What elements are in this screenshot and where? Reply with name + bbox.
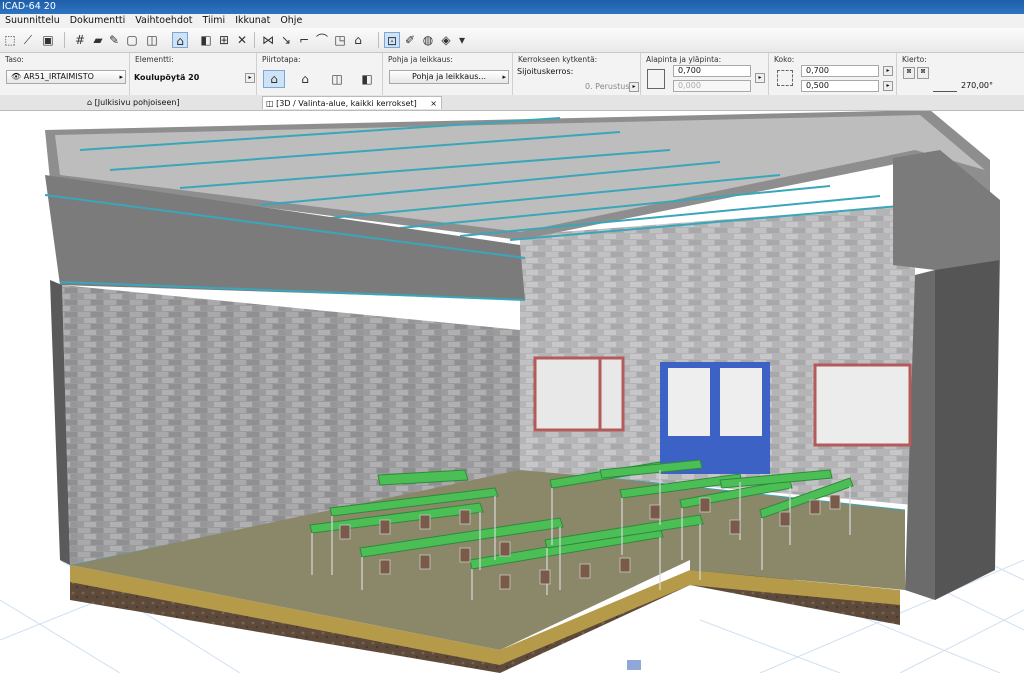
story-value: 0. Perustus xyxy=(585,82,630,91)
elevation-bottom-field[interactable]: 0,000 xyxy=(673,80,751,92)
tab-3d-view[interactable]: ◫ [3D / Valinta-alue, kaikki kerrokset] … xyxy=(262,96,442,109)
tab-elevation-north-label: [Julkisivu pohjoiseen] xyxy=(94,98,180,107)
story-select-button[interactable]: ▸ xyxy=(629,82,639,92)
display-mode-1-icon[interactable]: ⌂ xyxy=(263,70,285,88)
elevation-label: Alapinta ja yläpinta: xyxy=(646,55,722,64)
size-a-field[interactable]: 0,700 xyxy=(801,65,879,77)
size-b-field[interactable]: 0,500 xyxy=(801,80,879,92)
display-group: Piirtotapa: ⌂ ⌂ ◫ ◧ xyxy=(257,53,383,95)
chevron-right-icon: ▸ xyxy=(119,73,123,81)
elevation-top-field[interactable]: 0,700 xyxy=(673,65,751,77)
camera-tool-icon[interactable]: ▣ xyxy=(40,32,56,48)
floorplan-label: Pohja ja leikkaus: xyxy=(388,55,453,64)
window-left xyxy=(533,356,625,432)
eye-icon: 👁 xyxy=(11,72,24,81)
floorplan-button-label: Pohja ja leikkaus... xyxy=(411,72,487,81)
group-icon[interactable]: ⌂ xyxy=(172,32,188,48)
layer-label: Taso: xyxy=(5,55,24,64)
layer-select[interactable]: 👁 AR51_IRTAIMISTO ▸ xyxy=(6,70,126,84)
box-icon[interactable]: ▢ xyxy=(124,32,140,48)
toolbar: ⬚ ⟋ ▣ # ▰ ✎ ▢ ◫ ⌂ ◧ ⊞ ✕ ⋈ ↘ ⌐ ⌒ ◳ ⌂ ⊡ ✐ … xyxy=(0,28,1024,53)
menu-ohje[interactable]: Ohje xyxy=(275,14,307,28)
menu-ikkunat[interactable]: Ikkunat xyxy=(230,14,275,28)
tab-elevation-north[interactable]: ⌂ [Julkisivu pohjoiseen] xyxy=(84,96,252,109)
rotate-field[interactable]: 270,00° xyxy=(961,81,993,90)
menu-dokumentti[interactable]: Dokumentti xyxy=(65,14,131,28)
lock-icon[interactable]: ◫ xyxy=(144,32,160,48)
corner-icon[interactable]: ↘ xyxy=(278,32,294,48)
layer-group: Taso: 👁 AR51_IRTAIMISTO ▸ xyxy=(0,53,130,95)
camera-render-icon[interactable]: ◈ xyxy=(438,32,454,48)
floorplan-button[interactable]: Pohja ja leikkaus... ▸ xyxy=(389,70,509,84)
info-box: Taso: 👁 AR51_IRTAIMISTO ▸ Elementti: Kou… xyxy=(0,53,1024,96)
menu-bar: Suunnittelu Dokumentti Vaihtoehdot Tiimi… xyxy=(0,14,1024,29)
size-group: Koko: 0,700 0,500 ▸ ▸ xyxy=(769,53,897,95)
eraser-icon[interactable]: ▰ xyxy=(90,32,106,48)
layer-value: AR51_IRTAIMISTO xyxy=(23,72,94,81)
right-wall-side xyxy=(935,250,1000,600)
elevation-view-icon: ⌂ xyxy=(87,98,95,107)
layer-icon[interactable]: ◧ xyxy=(198,32,214,48)
size-b-button[interactable]: ▸ xyxy=(883,81,893,91)
pen-icon[interactable]: ✎ xyxy=(106,32,122,48)
element-label: Elementti: xyxy=(135,55,174,64)
render-icon[interactable]: ✐ xyxy=(402,32,418,48)
window-right xyxy=(813,363,912,447)
brush-icon[interactable]: ⊡ xyxy=(384,32,400,48)
view-tabs: ⌂ [Julkisivu pohjoiseen] ◫ [3D / Valinta… xyxy=(0,95,1024,111)
grid-icon[interactable]: # xyxy=(72,32,88,48)
element-value: Koulupöytä 20 xyxy=(134,73,200,82)
origin-marker-icon xyxy=(627,660,641,670)
3d-view-icon: ◫ xyxy=(266,99,277,108)
menu-vaihtoehdot[interactable]: Vaihtoehdot xyxy=(130,14,197,28)
fill-icon[interactable]: ◳ xyxy=(332,32,348,48)
element-group: Elementti: Koulupöytä 20 ▸ xyxy=(130,53,257,95)
mirror-x-icon[interactable]: ⊠ xyxy=(903,67,915,79)
house-icon[interactable]: ⌂ xyxy=(350,32,366,48)
rotate-label: Kierto: xyxy=(902,55,927,64)
paint-bucket-icon[interactable]: ◍ xyxy=(420,32,436,48)
display-mode-4-icon[interactable]: ◧ xyxy=(359,71,375,87)
window-title: ICAD-64 20 xyxy=(0,0,1024,14)
story-sub-label: Sijoituskerros: xyxy=(517,67,574,76)
size-label: Koko: xyxy=(774,55,795,64)
select-tool-icon[interactable]: ⬚ xyxy=(2,32,18,48)
magic-wand-icon[interactable]: ⋈ xyxy=(260,32,276,48)
story-group: Kerrokseen kytkentä: Sijoituskerros: 0. … xyxy=(513,53,641,95)
mirror-y-icon[interactable]: ⊠ xyxy=(917,67,929,79)
elevation-icon xyxy=(647,69,665,89)
elevation-group: Alapinta ja yläpinta: 0,700 0,000 ▸ xyxy=(641,53,769,95)
size-a-button[interactable]: ▸ xyxy=(883,66,893,76)
display-mode-3-icon[interactable]: ◫ xyxy=(329,71,345,87)
element-settings-button[interactable]: ▸ xyxy=(245,73,255,83)
tab-3d-view-label: [3D / Valinta-alue, kaikki kerrokset] xyxy=(276,99,417,108)
close-icon[interactable]: × xyxy=(430,97,437,110)
elevation-link-button[interactable]: ▸ xyxy=(755,73,765,83)
stretch-icon[interactable]: ⌒ xyxy=(314,32,330,48)
floorplan-group: Pohja ja leikkaus: Pohja ja leikkaus... … xyxy=(383,53,513,95)
chevron-down-icon[interactable]: ▾ xyxy=(454,32,470,48)
size-icon xyxy=(777,70,793,86)
display-mode-2-icon[interactable]: ⌂ xyxy=(297,71,313,87)
line-tool-icon[interactable]: ⟋ xyxy=(20,32,36,48)
angle-icon xyxy=(933,81,957,92)
chevron-right-icon: ▸ xyxy=(502,73,506,81)
story-label: Kerrokseen kytkentä: xyxy=(518,55,598,64)
display-label: Piirtotapa: xyxy=(262,55,301,64)
menu-tiimi[interactable]: Tiimi xyxy=(198,14,231,28)
3d-viewport[interactable] xyxy=(0,111,1024,673)
3d-model-render xyxy=(0,111,1024,673)
ruler-icon[interactable]: ⊞ xyxy=(216,32,232,48)
rotate-group: Kierto: ⊠ ⊠ 270,00° xyxy=(897,53,1024,95)
trim-icon[interactable]: ✕ xyxy=(234,32,250,48)
arc-icon[interactable]: ⌐ xyxy=(296,32,312,48)
menu-suunnittelu[interactable]: Suunnittelu xyxy=(0,14,65,28)
